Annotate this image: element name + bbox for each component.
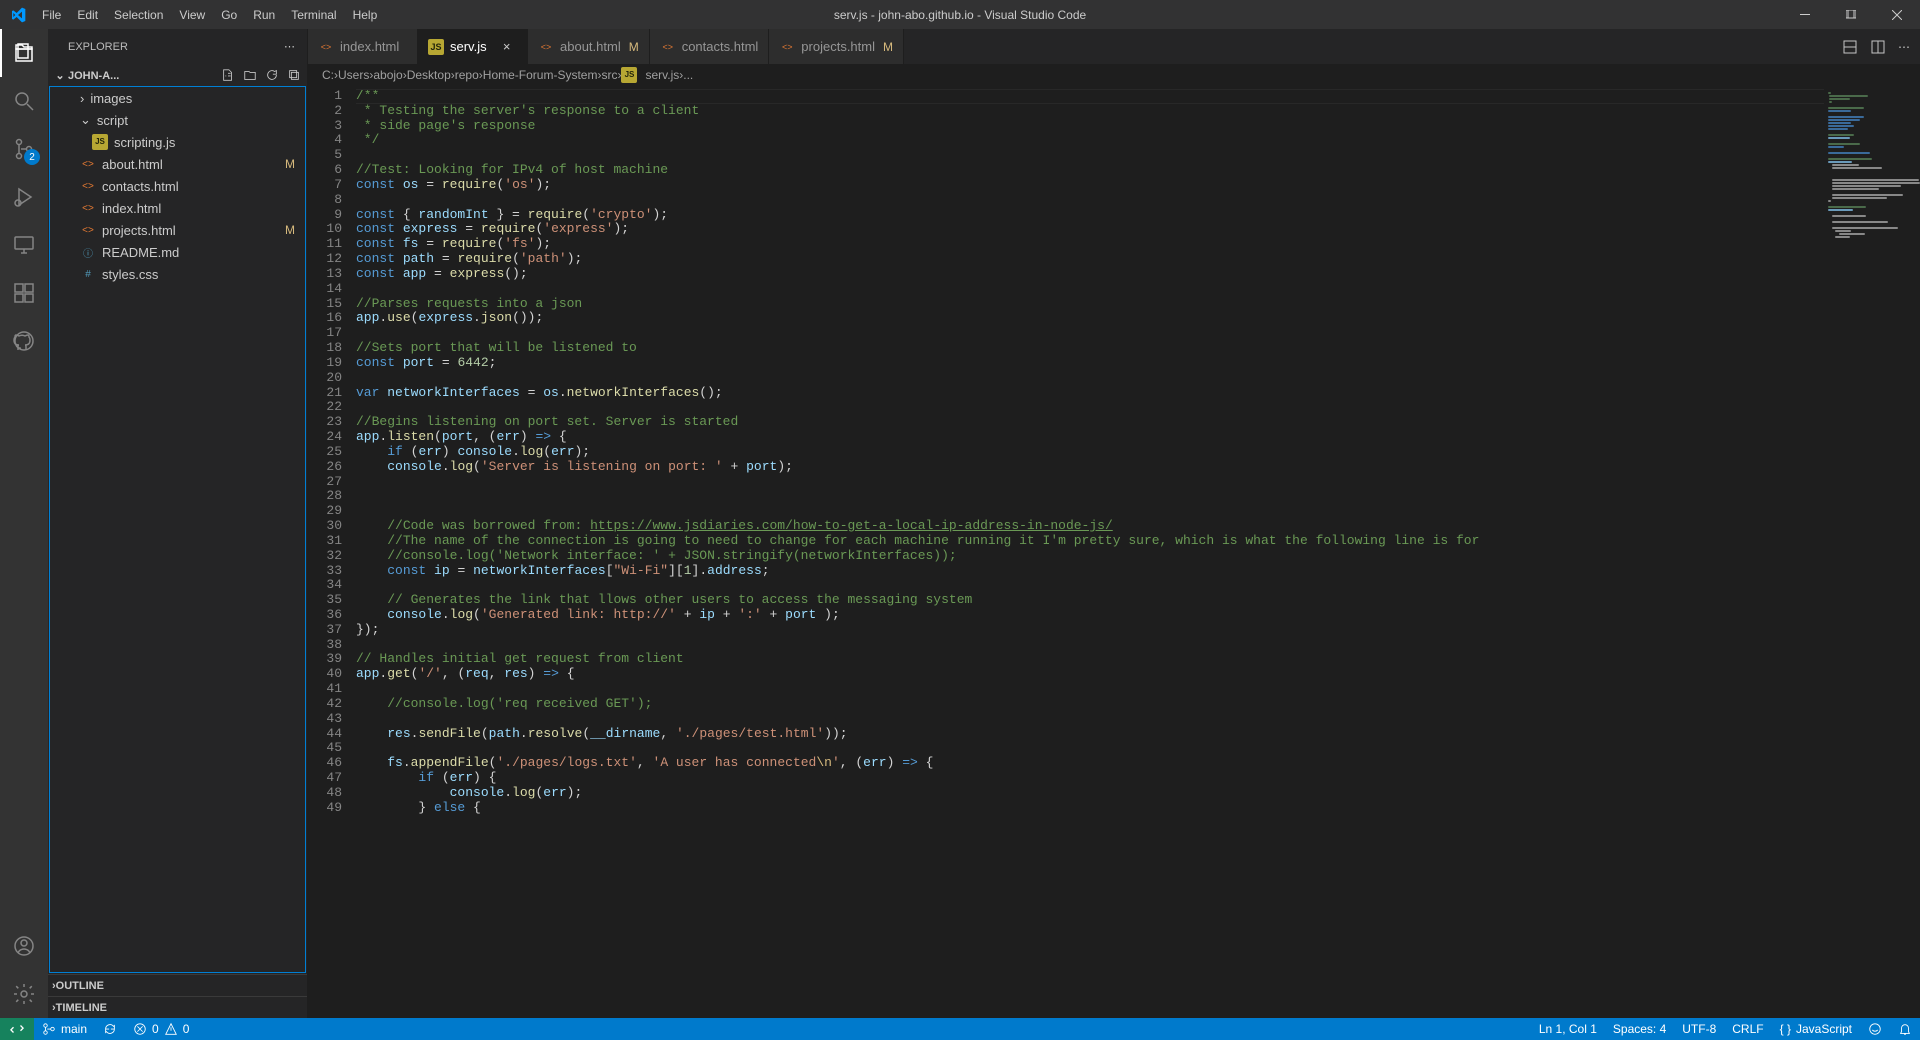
close-button[interactable] — [1874, 0, 1920, 29]
refresh-icon[interactable] — [265, 68, 279, 82]
status-lncol[interactable]: Ln 1, Col 1 — [1531, 1018, 1605, 1040]
line-gutter: 1234567891011121314151617181920212223242… — [308, 86, 356, 1018]
status-eol[interactable]: CRLF — [1724, 1018, 1771, 1040]
tree-file-projects[interactable]: <>projects.htmlM — [50, 219, 305, 241]
status-bar: main 0 0 Ln 1, Col 1 Spaces: 4 UTF-8 CRL… — [0, 1018, 1920, 1040]
compare-changes-icon[interactable] — [1842, 39, 1858, 55]
activity-settings[interactable] — [0, 970, 48, 1018]
menu-go[interactable]: Go — [213, 0, 245, 29]
scm-badge: 2 — [24, 149, 40, 165]
code-editor[interactable]: 1234567891011121314151617181920212223242… — [308, 86, 1824, 1018]
status-spaces[interactable]: Spaces: 4 — [1605, 1018, 1674, 1040]
activity-github[interactable] — [0, 317, 48, 365]
menu-run[interactable]: Run — [245, 0, 283, 29]
title-bar: FileEditSelectionViewGoRunTerminalHelp s… — [0, 0, 1920, 29]
tab-bar: <>index.html JSserv.js× <>about.htmlM <>… — [308, 29, 1920, 64]
timeline-section[interactable]: ›TIMELINE — [48, 996, 307, 1018]
tree-folder-images[interactable]: › images — [50, 87, 305, 109]
status-problems[interactable]: 0 0 — [125, 1018, 197, 1040]
menu-file[interactable]: File — [34, 0, 69, 29]
menu-view[interactable]: View — [171, 0, 213, 29]
status-language[interactable]: { }JavaScript — [1772, 1018, 1860, 1040]
tab-about[interactable]: <>about.htmlM — [528, 29, 650, 64]
folder-name: JOHN-A... — [68, 70, 119, 82]
menu-selection[interactable]: Selection — [106, 0, 171, 29]
explorer-title: EXPLORER — [68, 41, 128, 53]
tab-serv[interactable]: JSserv.js× — [418, 29, 528, 64]
menu-help[interactable]: Help — [345, 0, 386, 29]
activity-accounts[interactable] — [0, 922, 48, 970]
status-notifications-icon[interactable] — [1890, 1018, 1920, 1040]
window-title: serv.js - john-abo.github.io - Visual St… — [834, 8, 1086, 22]
tree-file-about[interactable]: <>about.htmlM — [50, 153, 305, 175]
new-folder-icon[interactable] — [243, 68, 257, 82]
collapse-all-icon[interactable] — [287, 68, 301, 82]
activity-search[interactable] — [0, 77, 48, 125]
activity-source-control[interactable]: 2 — [0, 125, 48, 173]
minimize-button[interactable] — [1782, 0, 1828, 29]
maximize-button[interactable] — [1828, 0, 1874, 29]
outline-section[interactable]: ›OUTLINE — [48, 974, 307, 996]
explorer-more-icon[interactable]: ⋯ — [284, 40, 295, 53]
tree-file-readme[interactable]: ⓘREADME.md — [50, 241, 305, 263]
folder-header[interactable]: ⌄JOHN-A... — [48, 64, 307, 86]
file-tree: › images ⌄ script JSscripting.js <>about… — [49, 86, 306, 973]
tree-file-styles[interactable]: #styles.css — [50, 263, 305, 285]
status-feedback-icon[interactable] — [1860, 1018, 1890, 1040]
vscode-icon — [10, 7, 26, 23]
code-content[interactable]: /** * Testing the server's response to a… — [356, 86, 1824, 1018]
new-file-icon[interactable] — [221, 68, 235, 82]
menu-edit[interactable]: Edit — [69, 0, 106, 29]
tab-close-icon[interactable]: × — [499, 39, 515, 54]
remote-button[interactable] — [0, 1018, 34, 1040]
menu-terminal[interactable]: Terminal — [283, 0, 344, 29]
activity-bar: 2 — [0, 29, 48, 1018]
tab-contacts[interactable]: <>contacts.html — [650, 29, 770, 64]
minimap[interactable] — [1824, 86, 1920, 1018]
status-sync[interactable] — [95, 1018, 125, 1040]
status-encoding[interactable]: UTF-8 — [1674, 1018, 1724, 1040]
sidebar-explorer: EXPLORER ⋯ ⌄JOHN-A... › images ⌄ script … — [48, 29, 308, 1018]
tree-folder-script[interactable]: ⌄ script — [50, 109, 305, 131]
tree-file-index[interactable]: <>index.html — [50, 197, 305, 219]
split-editor-icon[interactable] — [1870, 39, 1886, 55]
tab-index[interactable]: <>index.html — [308, 29, 418, 64]
tree-file-scripting[interactable]: JSscripting.js — [50, 131, 305, 153]
activity-explorer[interactable] — [0, 29, 48, 77]
tab-projects[interactable]: <>projects.htmlM — [769, 29, 904, 64]
activity-run-debug[interactable] — [0, 173, 48, 221]
activity-remote-explorer[interactable] — [0, 221, 48, 269]
status-branch[interactable]: main — [34, 1018, 95, 1040]
activity-extensions[interactable] — [0, 269, 48, 317]
editor-more-icon[interactable]: ⋯ — [1898, 40, 1910, 54]
tree-file-contacts[interactable]: <>contacts.html — [50, 175, 305, 197]
breadcrumbs[interactable]: C:›Users›abojo›Desktop›repo›Home-Forum-S… — [308, 64, 1920, 86]
